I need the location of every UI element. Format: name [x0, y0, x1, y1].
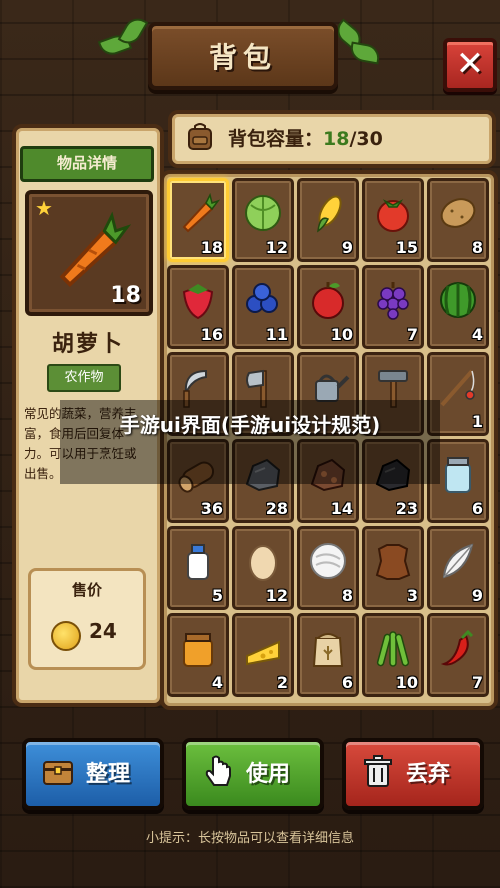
- cheese-icon: [246, 640, 280, 666]
- capacity-label: 背包容量：: [228, 128, 324, 150]
- item-count: 6: [471, 499, 483, 518]
- backpack-icon: [188, 123, 212, 150]
- inventory-slot[interactable]: 16: [167, 265, 229, 349]
- inventory-slot[interactable]: 15: [362, 178, 424, 262]
- sort-button-label: 整理: [86, 762, 131, 787]
- item-count: 8: [341, 586, 353, 605]
- selected-item-preview: ★ 18: [25, 190, 153, 316]
- item-count: 9: [471, 586, 483, 605]
- inventory-slot[interactable]: 8: [297, 526, 359, 610]
- inventory-slot[interactable]: 11: [232, 265, 294, 349]
- use-button-label: 使用: [246, 762, 291, 787]
- chili-pepper-icon: [440, 629, 474, 666]
- item-count: 12: [265, 238, 288, 257]
- drop-button[interactable]: 丢弃: [342, 738, 484, 810]
- sort-button[interactable]: 整理: [22, 738, 164, 810]
- inventory-slot[interactable]: 4: [167, 613, 229, 697]
- item-count: 6: [341, 673, 353, 692]
- item-count: 2: [276, 673, 288, 692]
- watermark-text: 手游ui界面(手游ui设计规范): [119, 413, 381, 437]
- hand-pointer-icon: [205, 755, 231, 786]
- item-count: 7: [471, 673, 483, 692]
- close-icon: ✕: [455, 44, 485, 84]
- item-count: 10: [330, 325, 353, 344]
- capacity-current: 18: [323, 128, 350, 150]
- capacity-bar: 背包容量：18/30: [168, 110, 496, 168]
- asparagus-icon: [376, 631, 410, 667]
- coin-icon: [51, 621, 81, 651]
- item-name: 胡萝卜: [51, 332, 124, 357]
- item-count: 12: [265, 586, 288, 605]
- inventory-slot[interactable]: 7: [427, 613, 489, 697]
- close-button[interactable]: ✕: [443, 38, 497, 92]
- item-count: 14: [330, 499, 353, 518]
- apple-icon: [312, 282, 344, 319]
- trash-icon: [364, 755, 392, 787]
- item-count: 9: [341, 238, 353, 257]
- inventory-slot[interactable]: 9: [297, 178, 359, 262]
- chest-icon: [43, 761, 73, 785]
- item-count: 4: [211, 673, 223, 692]
- item-count: 8: [471, 238, 483, 257]
- item-count: 4: [471, 325, 483, 344]
- carrot-icon: [59, 211, 131, 288]
- blueberry-icon: [246, 283, 278, 313]
- honey-icon: [183, 633, 213, 667]
- inventory-slot[interactable]: 8: [427, 178, 489, 262]
- strawberry-icon: [182, 284, 214, 320]
- item-count: 16: [200, 325, 223, 344]
- hint-text: 小提示：长按物品可以查看详细信息: [145, 831, 354, 846]
- inventory-slot[interactable]: 4: [427, 265, 489, 349]
- inventory-slot[interactable]: 10: [297, 265, 359, 349]
- fishing-rod-icon: [440, 369, 475, 407]
- item-count: 11: [265, 325, 288, 344]
- potato-icon: [440, 198, 476, 228]
- drop-button-label: 丢弃: [406, 762, 451, 787]
- inventory-slot[interactable]: 12: [232, 178, 294, 262]
- wool-icon: [310, 543, 346, 579]
- inventory-slot[interactable]: 2: [232, 613, 294, 697]
- inventory-slot[interactable]: 9: [427, 526, 489, 610]
- inventory-slot[interactable]: 18: [167, 178, 229, 262]
- item-count: 15: [395, 238, 418, 257]
- item-count: 1: [471, 412, 483, 431]
- inventory-slot[interactable]: 6: [297, 613, 359, 697]
- use-button[interactable]: 使用: [182, 738, 324, 810]
- inventory-slot[interactable]: 10: [362, 613, 424, 697]
- item-count: 28: [265, 499, 288, 518]
- item-count: 23: [395, 499, 418, 518]
- page-title: 背包: [208, 41, 277, 74]
- item-count: 7: [406, 325, 418, 344]
- leather-icon: [375, 544, 411, 580]
- title-banner: 背包: [148, 22, 338, 90]
- carrot-icon: [182, 192, 220, 233]
- item-count: 36: [200, 499, 223, 518]
- detail-section-title: 物品详情: [20, 146, 154, 182]
- corn-icon: [317, 195, 342, 233]
- tomato-icon: [377, 199, 409, 232]
- inventory-slot[interactable]: 12: [232, 526, 294, 610]
- price-box: 售价 24: [28, 568, 146, 670]
- egg-icon: [249, 545, 277, 581]
- inventory-slot[interactable]: 5: [167, 526, 229, 610]
- watermelon-icon: [440, 282, 476, 318]
- capacity-text: 背包容量：18/30: [228, 124, 383, 151]
- price-label: 售价: [71, 581, 102, 599]
- milk-icon: [187, 544, 209, 580]
- capacity-total: /30: [349, 128, 383, 150]
- selected-item-count: 18: [110, 283, 141, 308]
- feather-icon: [442, 543, 474, 579]
- item-category-badge: 农作物: [47, 364, 121, 392]
- item-count: 10: [395, 673, 418, 692]
- item-count: 3: [406, 586, 418, 605]
- inventory-slot[interactable]: 7: [362, 265, 424, 349]
- grape-icon: [377, 282, 409, 320]
- glass-jar-icon: [445, 457, 471, 493]
- cabbage-icon: [245, 195, 281, 231]
- item-count: 18: [200, 238, 223, 257]
- price-value: 24: [89, 619, 117, 643]
- item-count: 5: [211, 586, 223, 605]
- inventory-slot[interactable]: 3: [362, 526, 424, 610]
- flour-icon: [312, 633, 344, 667]
